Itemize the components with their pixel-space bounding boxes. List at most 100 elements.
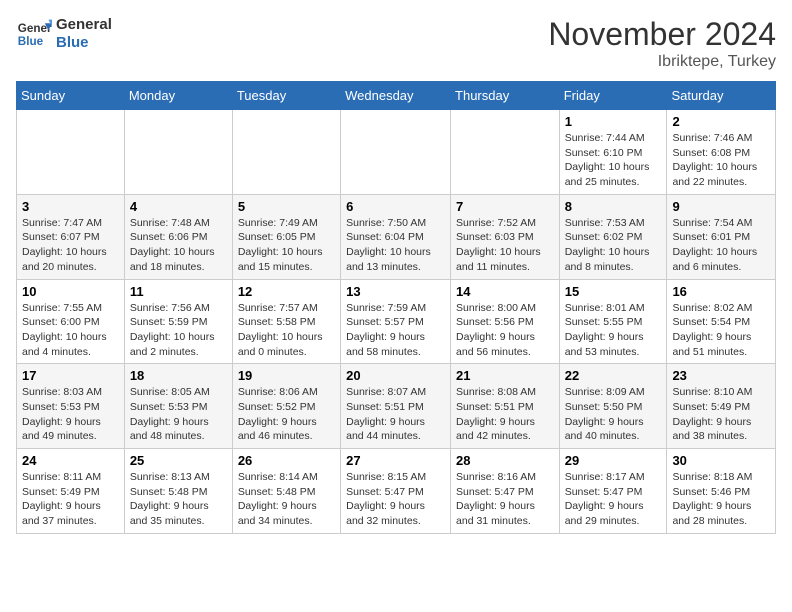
calendar-table: SundayMondayTuesdayWednesdayThursdayFrid…	[16, 81, 776, 534]
calendar-cell: 3Sunrise: 7:47 AM Sunset: 6:07 PM Daylig…	[17, 194, 125, 279]
day-info: Sunrise: 8:05 AM Sunset: 5:53 PM Dayligh…	[130, 385, 227, 444]
weekday-header: Tuesday	[232, 82, 340, 110]
day-number: 2	[672, 114, 770, 129]
day-info: Sunrise: 8:02 AM Sunset: 5:54 PM Dayligh…	[672, 301, 770, 360]
day-number: 14	[456, 284, 554, 299]
calendar-cell	[341, 110, 451, 195]
day-info: Sunrise: 8:16 AM Sunset: 5:47 PM Dayligh…	[456, 470, 554, 529]
calendar-cell: 16 Sunrise: 8:02 AM Sunset: 5:54 PM Dayli…	[667, 279, 776, 364]
calendar-cell: 30Sunrise: 8:18 AM Sunset: 5:46 PM Dayli…	[667, 449, 776, 534]
day-info: Sunrise: 7:49 AM Sunset: 6:05 PM Dayligh…	[238, 216, 335, 275]
calendar-cell	[124, 110, 232, 195]
calendar-cell: 24Sunrise: 8:11 AM Sunset: 5:49 PM Dayli…	[17, 449, 125, 534]
day-info: Sunrise: 7:53 AM Sunset: 6:02 PM Dayligh…	[565, 216, 662, 275]
weekday-header: Wednesday	[341, 82, 451, 110]
calendar-cell: 20Sunrise: 8:07 AM Sunset: 5:51 PM Dayli…	[341, 364, 451, 449]
calendar-cell: 12 Sunrise: 7:57 AM Sunset: 5:58 PM Dayli…	[232, 279, 340, 364]
day-info: Sunrise: 8:09 AM Sunset: 5:50 PM Dayligh…	[565, 385, 662, 444]
day-info: Sunrise: 8:01 AM Sunset: 5:55 PM Dayligh…	[565, 301, 662, 360]
day-info: Sunrise: 8:03 AM Sunset: 5:53 PM Dayligh…	[22, 385, 119, 444]
day-number: 1	[565, 114, 662, 129]
day-number: 21	[456, 368, 554, 383]
calendar-header: SundayMondayTuesdayWednesdayThursdayFrid…	[17, 82, 776, 110]
calendar-cell: 26 Sunrise: 8:14 AM Sunset: 5:48 PM Dayli…	[232, 449, 340, 534]
day-info: Sunrise: 7:52 AM Sunset: 6:03 PM Dayligh…	[456, 216, 554, 275]
day-info: Sunrise: 8:17 AM Sunset: 5:47 PM Dayligh…	[565, 470, 662, 529]
day-info: Sunrise: 7:48 AM Sunset: 6:06 PM Dayligh…	[130, 216, 227, 275]
calendar-cell: 4 Sunrise: 7:48 AM Sunset: 6:06 PM Daylig…	[124, 194, 232, 279]
day-number: 4	[130, 199, 227, 214]
calendar-cell: 29 Sunrise: 8:17 AM Sunset: 5:47 PM Dayli…	[559, 449, 667, 534]
day-info: Sunrise: 8:15 AM Sunset: 5:47 PM Dayligh…	[346, 470, 445, 529]
calendar-cell: 21 Sunrise: 8:08 AM Sunset: 5:51 PM Dayli…	[451, 364, 560, 449]
calendar-cell: 11Sunrise: 7:56 AM Sunset: 5:59 PM Dayli…	[124, 279, 232, 364]
day-number: 9	[672, 199, 770, 214]
calendar-cell	[451, 110, 560, 195]
svg-text:Blue: Blue	[18, 35, 44, 48]
day-info: Sunrise: 8:14 AM Sunset: 5:48 PM Dayligh…	[238, 470, 335, 529]
calendar-cell: 18Sunrise: 8:05 AM Sunset: 5:53 PM Dayli…	[124, 364, 232, 449]
calendar-cell: 14 Sunrise: 8:00 AM Sunset: 5:56 PM Dayli…	[451, 279, 560, 364]
day-info: Sunrise: 8:10 AM Sunset: 5:49 PM Dayligh…	[672, 385, 770, 444]
logo-general: General	[56, 16, 112, 34]
calendar-cell: 23 Sunrise: 8:10 AM Sunset: 5:49 PM Dayli…	[667, 364, 776, 449]
day-number: 12	[238, 284, 335, 299]
logo: General Blue General Blue	[16, 16, 112, 52]
calendar-cell: 10 Sunrise: 7:55 AM Sunset: 6:00 PM Dayli…	[17, 279, 125, 364]
day-number: 25	[130, 453, 227, 468]
calendar-cell: 7 Sunrise: 7:52 AM Sunset: 6:03 PM Daylig…	[451, 194, 560, 279]
day-number: 20	[346, 368, 445, 383]
day-number: 27	[346, 453, 445, 468]
calendar-cell: 9 Sunrise: 7:54 AM Sunset: 6:01 PM Daylig…	[667, 194, 776, 279]
calendar-cell: 25Sunrise: 8:13 AM Sunset: 5:48 PM Dayli…	[124, 449, 232, 534]
calendar-cell: 1 Sunrise: 7:44 AM Sunset: 6:10 PM Daylig…	[559, 110, 667, 195]
day-number: 7	[456, 199, 554, 214]
day-info: Sunrise: 8:06 AM Sunset: 5:52 PM Dayligh…	[238, 385, 335, 444]
day-info: Sunrise: 8:11 AM Sunset: 5:49 PM Dayligh…	[22, 470, 119, 529]
day-number: 23	[672, 368, 770, 383]
logo-blue: Blue	[56, 34, 112, 52]
day-number: 16	[672, 284, 770, 299]
header: General Blue General Blue November 2024 …	[16, 16, 776, 71]
day-number: 19	[238, 368, 335, 383]
calendar-cell	[232, 110, 340, 195]
day-info: Sunrise: 7:55 AM Sunset: 6:00 PM Dayligh…	[22, 301, 119, 360]
day-number: 13	[346, 284, 445, 299]
calendar-body: 1 Sunrise: 7:44 AM Sunset: 6:10 PM Daylig…	[17, 110, 776, 534]
day-number: 8	[565, 199, 662, 214]
day-number: 15	[565, 284, 662, 299]
day-info: Sunrise: 7:54 AM Sunset: 6:01 PM Dayligh…	[672, 216, 770, 275]
day-info: Sunrise: 8:18 AM Sunset: 5:46 PM Dayligh…	[672, 470, 770, 529]
day-info: Sunrise: 7:59 AM Sunset: 5:57 PM Dayligh…	[346, 301, 445, 360]
day-number: 3	[22, 199, 119, 214]
calendar-cell: 13 Sunrise: 7:59 AM Sunset: 5:57 PM Dayli…	[341, 279, 451, 364]
day-info: Sunrise: 8:00 AM Sunset: 5:56 PM Dayligh…	[456, 301, 554, 360]
title-area: November 2024 Ibriktepe, Turkey	[548, 16, 776, 71]
calendar-cell: 8 Sunrise: 7:53 AM Sunset: 6:02 PM Daylig…	[559, 194, 667, 279]
day-info: Sunrise: 7:56 AM Sunset: 5:59 PM Dayligh…	[130, 301, 227, 360]
calendar-cell: 22 Sunrise: 8:09 AM Sunset: 5:50 PM Dayli…	[559, 364, 667, 449]
day-info: Sunrise: 8:08 AM Sunset: 5:51 PM Dayligh…	[456, 385, 554, 444]
day-number: 26	[238, 453, 335, 468]
weekday-header: Monday	[124, 82, 232, 110]
day-number: 6	[346, 199, 445, 214]
weekday-header: Friday	[559, 82, 667, 110]
calendar-cell: 2Sunrise: 7:46 AM Sunset: 6:08 PM Daylig…	[667, 110, 776, 195]
day-number: 28	[456, 453, 554, 468]
logo-icon: General Blue	[16, 16, 52, 52]
calendar-cell: 5 Sunrise: 7:49 AM Sunset: 6:05 PM Daylig…	[232, 194, 340, 279]
calendar-cell: 6 Sunrise: 7:50 AM Sunset: 6:04 PM Daylig…	[341, 194, 451, 279]
day-info: Sunrise: 7:57 AM Sunset: 5:58 PM Dayligh…	[238, 301, 335, 360]
day-number: 5	[238, 199, 335, 214]
calendar-cell	[17, 110, 125, 195]
day-info: Sunrise: 7:44 AM Sunset: 6:10 PM Dayligh…	[565, 131, 662, 190]
calendar-cell: 15 Sunrise: 8:01 AM Sunset: 5:55 PM Dayli…	[559, 279, 667, 364]
day-number: 17	[22, 368, 119, 383]
day-number: 29	[565, 453, 662, 468]
weekday-header: Saturday	[667, 82, 776, 110]
day-number: 10	[22, 284, 119, 299]
location-title: Ibriktepe, Turkey	[548, 53, 776, 71]
day-info: Sunrise: 7:50 AM Sunset: 6:04 PM Dayligh…	[346, 216, 445, 275]
month-title: November 2024	[548, 16, 776, 53]
day-number: 22	[565, 368, 662, 383]
